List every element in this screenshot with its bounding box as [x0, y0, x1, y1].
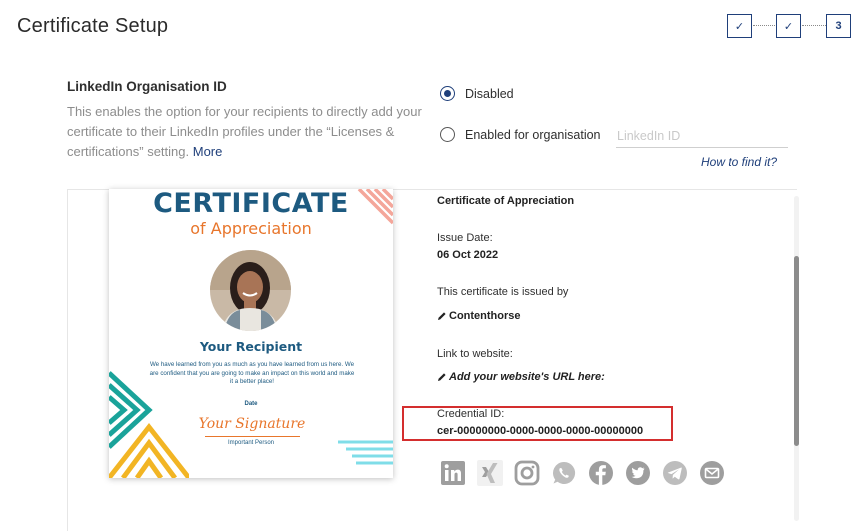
pencil-icon [438, 312, 446, 320]
step-1-done[interactable]: ✓ [727, 14, 752, 38]
issue-date-label: Issue Date: [437, 232, 493, 244]
xing-icon[interactable] [477, 460, 503, 486]
scrollbar-thumb[interactable] [794, 256, 799, 446]
signature-line [205, 436, 300, 437]
recipient-photo [210, 250, 291, 331]
website-prompt: Add your website's URL here: [449, 371, 605, 383]
issued-by-label: This certificate is issued by [437, 286, 569, 298]
issue-date-value: 06 Oct 2022 [437, 249, 499, 261]
issuer-name: Contenthorse [449, 310, 521, 322]
linkedin-icon[interactable] [440, 460, 466, 486]
step-number: 3 [835, 20, 842, 32]
edit-issuer[interactable]: Contenthorse [437, 310, 521, 322]
preview-scrollbar[interactable] [794, 196, 799, 521]
twitter-icon[interactable] [625, 460, 651, 486]
certificate-title: CERTIFICATE [153, 189, 349, 219]
radio-disabled[interactable]: Disabled [440, 86, 514, 101]
instagram-icon[interactable] [514, 460, 540, 486]
linkedin-section-title: LinkedIn Organisation ID [67, 79, 227, 94]
website-label: Link to website: [437, 348, 513, 360]
check-icon: ✓ [734, 20, 745, 33]
step-3-current[interactable]: 3 [826, 14, 851, 38]
facebook-icon[interactable] [588, 460, 614, 486]
radio-button-checked[interactable] [440, 86, 455, 101]
pencil-icon [438, 373, 446, 381]
radio-label: Disabled [465, 86, 514, 101]
linkedin-section-description: This enables the option for your recipie… [67, 102, 422, 162]
step-connector [753, 25, 775, 26]
credential-highlight-box [402, 406, 673, 441]
more-link[interactable]: More [193, 144, 223, 159]
radio-label: Enabled for organisation [465, 127, 601, 142]
share-icons-row [440, 460, 725, 486]
certificate-signature: Your Signature [198, 416, 306, 432]
whatsapp-icon[interactable] [551, 460, 577, 486]
page-title: Certificate Setup [17, 15, 169, 37]
telegram-icon[interactable] [662, 460, 688, 486]
certificate-body-text: We have learned from you as much as you … [149, 361, 355, 385]
certificate-recipient-name: Your Recipient [199, 339, 303, 354]
how-to-find-link[interactable]: How to find it? [701, 155, 777, 169]
linkedin-id-input[interactable] [616, 124, 788, 148]
step-connector [802, 25, 826, 26]
step-2-done[interactable]: ✓ [776, 14, 801, 38]
progress-stepper: ✓ ✓ 3 [727, 14, 852, 38]
description-text: This enables the option for your recipie… [67, 104, 422, 159]
certificate-image: CERTIFICATE of Appreciation Your Recipie… [109, 189, 393, 478]
radio-button[interactable] [440, 127, 455, 142]
check-icon: ✓ [783, 20, 794, 33]
certificate-subtitle: of Appreciation [190, 219, 312, 238]
certificate-signer: Important Person [227, 440, 275, 446]
email-icon[interactable] [699, 460, 725, 486]
certificate-name: Certificate of Appreciation [437, 195, 575, 207]
edit-website[interactable]: Add your website's URL here: [437, 371, 605, 383]
radio-enabled-for-organisation[interactable]: Enabled for organisation [440, 127, 601, 142]
certificate-date-label: Date [244, 401, 258, 407]
